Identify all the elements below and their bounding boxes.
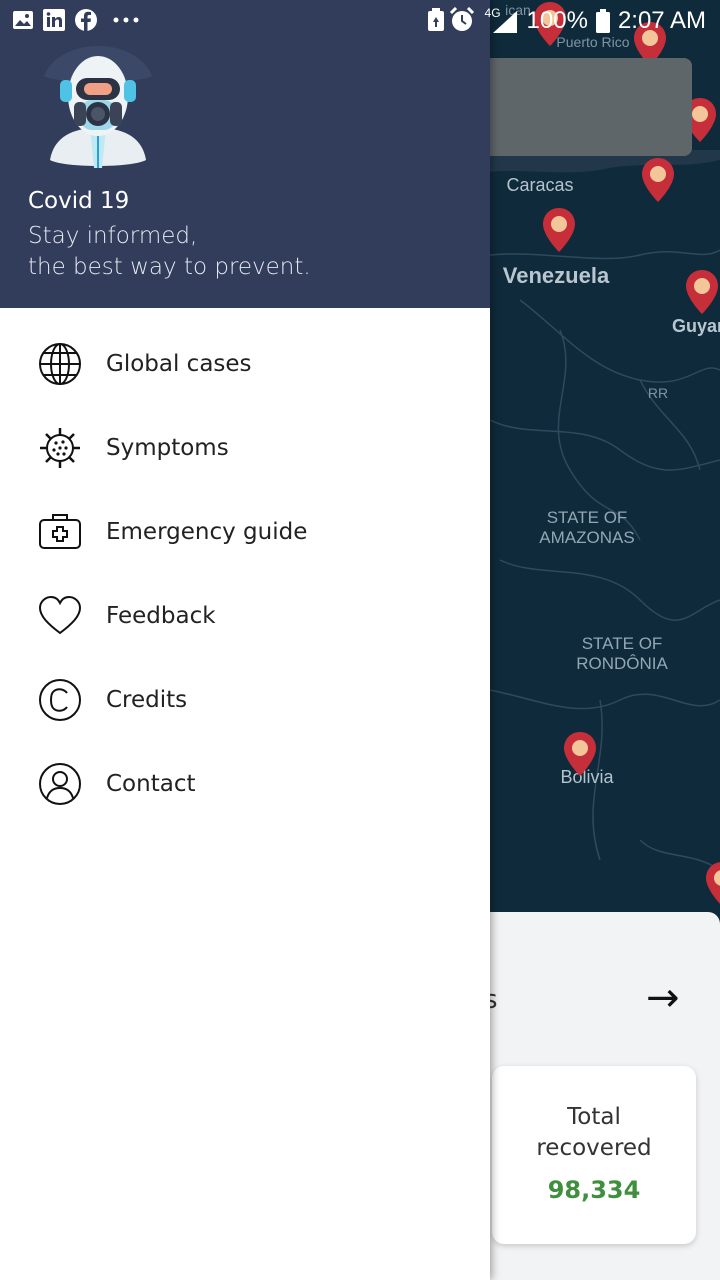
map-label-caracas: Caracas	[506, 175, 574, 195]
menu-label-global-cases: Global cases	[106, 351, 252, 377]
battery-icon	[595, 9, 610, 33]
menu-label-symptoms: Symptoms	[106, 435, 229, 461]
hazmat-person-icon	[44, 46, 152, 168]
menu-item-global-cases[interactable]: Global cases	[0, 322, 490, 406]
menu-label-contact: Contact	[106, 771, 196, 797]
map-label-amazonas: STATE OF AMAZONAS	[539, 508, 635, 547]
menu-item-emergency-guide[interactable]: Emergency guide	[0, 490, 490, 574]
alarm-icon	[449, 7, 475, 31]
user-circle-icon	[38, 762, 82, 806]
menu-label-credits: Credits	[106, 687, 188, 713]
arrow-right-icon[interactable]: →	[646, 975, 680, 1021]
map-pin-icon[interactable]	[704, 860, 720, 908]
copyright-icon	[38, 678, 82, 722]
battery-saver-icon	[428, 8, 444, 31]
map-label-venezuela: Venezuela	[502, 263, 610, 288]
first-aid-kit-icon	[38, 510, 82, 554]
map-pin-icon[interactable]	[640, 156, 676, 204]
map-pin-icon[interactable]	[684, 268, 720, 316]
linkedin-icon	[43, 9, 65, 31]
more-dots-icon	[113, 17, 139, 23]
virus-icon	[38, 426, 82, 470]
status-right-group: 4G 100% 2:07 AM	[485, 6, 706, 36]
heart-icon	[38, 594, 82, 638]
drawer-menu: Global cases Symptoms Emergency guide Fe…	[0, 322, 490, 826]
battery-percent: 100%	[526, 7, 588, 34]
total-recovered-card[interactable]: Total recovered 98,334	[492, 1066, 696, 1244]
map-label-rondonia: STATE OF RONDÔNIA	[576, 634, 668, 673]
drawer-header: Covid 19 Stay informed, the best way to …	[0, 0, 490, 308]
map-pin-icon[interactable]	[562, 730, 598, 778]
app-tagline: Stay informed, the best way to prevent.	[28, 221, 468, 283]
signal-icon: 4G	[485, 7, 519, 35]
menu-item-credits[interactable]: Credits	[0, 658, 490, 742]
total-recovered-label: Total recovered	[536, 1104, 652, 1161]
map-pin-icon[interactable]	[541, 206, 577, 254]
globe-icon	[38, 342, 82, 386]
tagline-line-1: Stay informed,	[28, 223, 198, 249]
menu-label-feedback: Feedback	[106, 603, 216, 629]
menu-item-feedback[interactable]: Feedback	[0, 574, 490, 658]
menu-label-emergency-guide: Emergency guide	[106, 519, 308, 545]
map-search-card[interactable]	[470, 58, 692, 156]
map-label-rr: RR	[647, 385, 669, 401]
menu-item-contact[interactable]: Contact	[0, 742, 490, 826]
facebook-icon	[75, 9, 97, 31]
menu-item-symptoms[interactable]: Symptoms	[0, 406, 490, 490]
app-title: Covid 19	[28, 188, 130, 214]
map-label-guyana: Guyar	[671, 316, 720, 336]
navigation-drawer: Covid 19 Stay informed, the best way to …	[0, 0, 490, 1280]
tagline-line-2: the best way to prevent.	[28, 254, 311, 280]
status-bar: 4G 100% 2:07 AM	[0, 0, 720, 40]
clock: 2:07 AM	[617, 7, 706, 34]
total-recovered-value: 98,334	[547, 1176, 641, 1204]
gallery-icon	[13, 11, 33, 29]
